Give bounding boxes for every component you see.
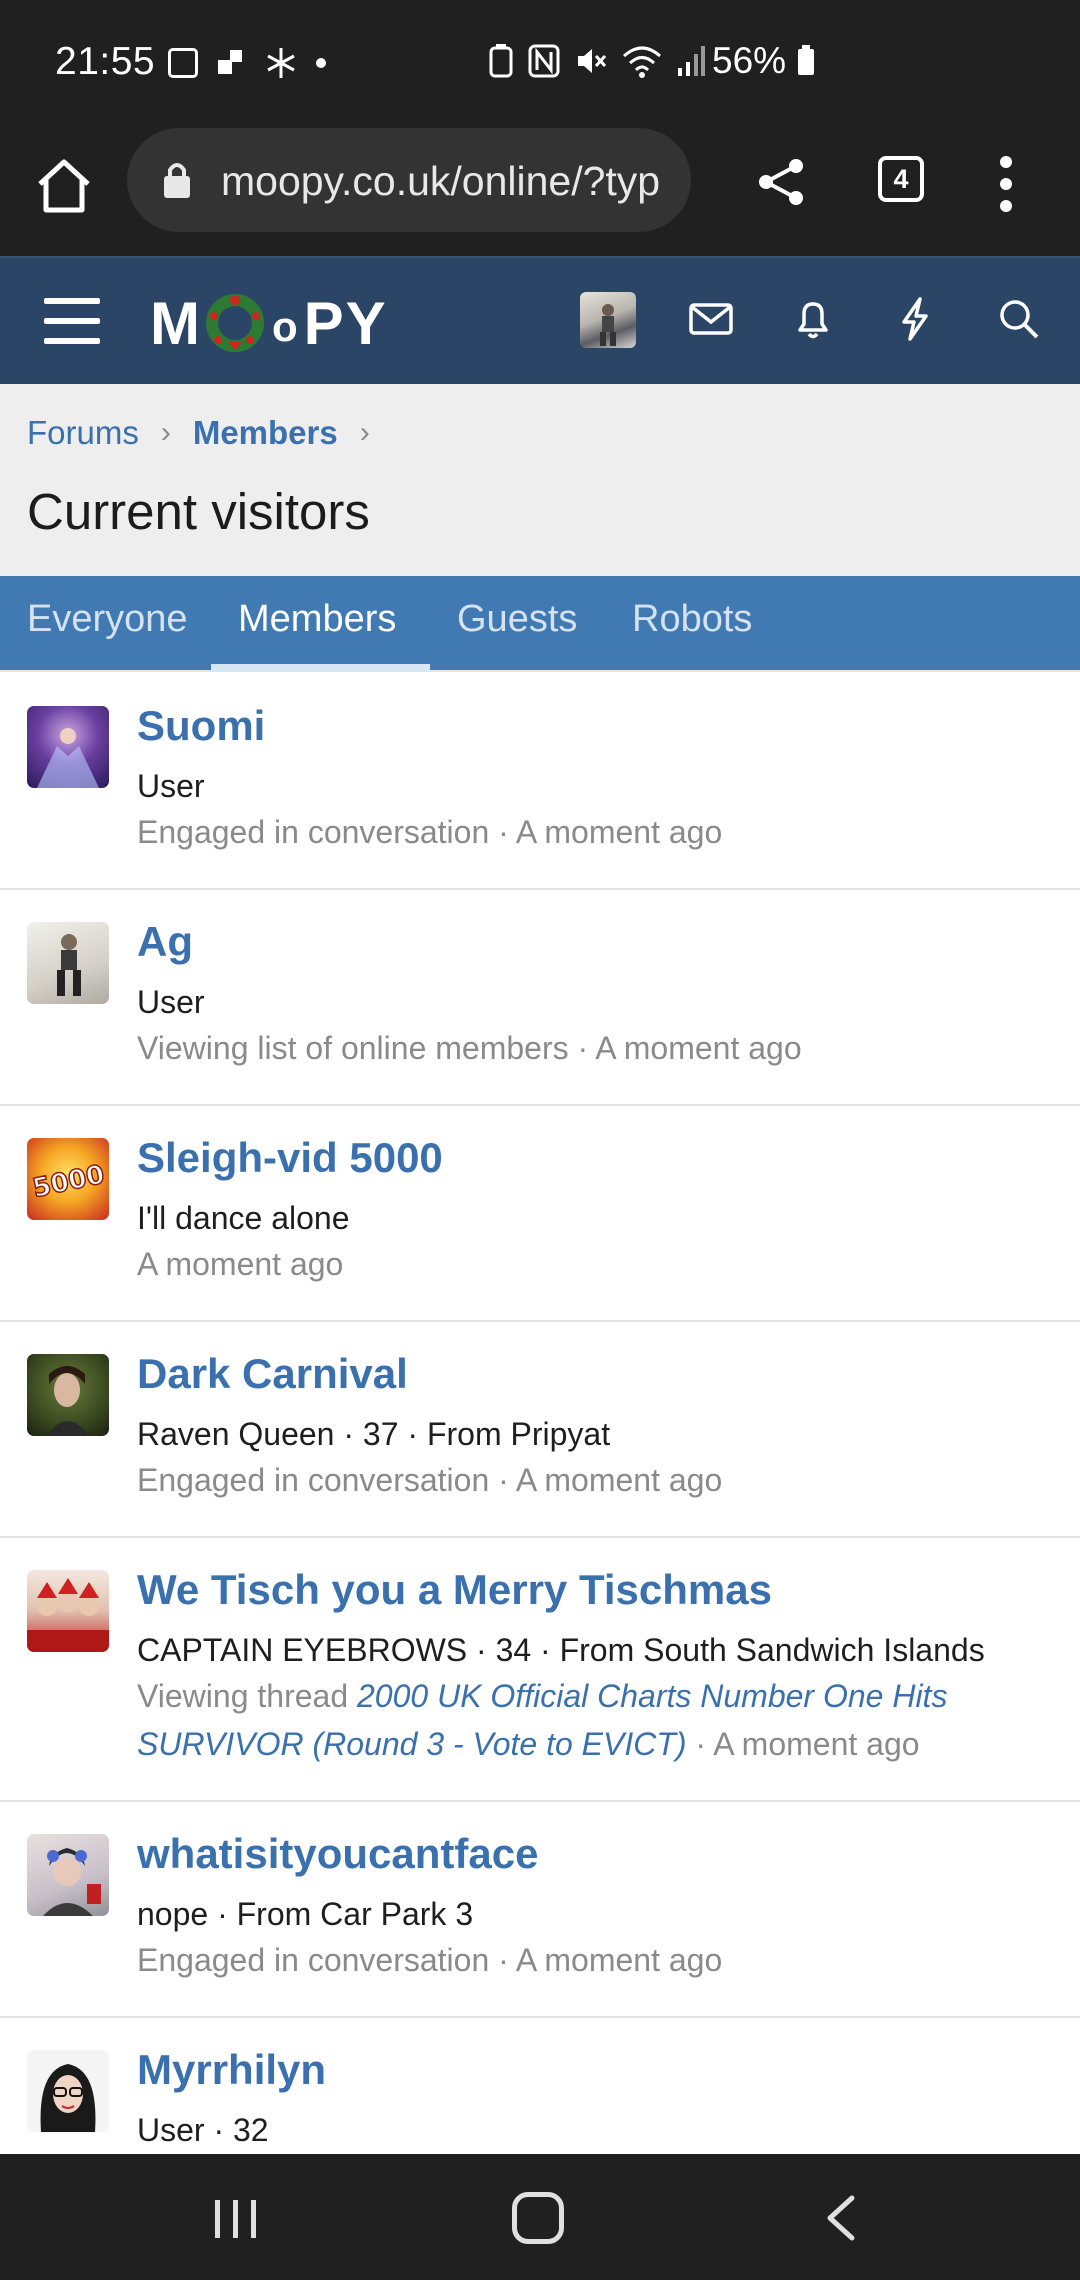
puzzle-icon [218, 50, 242, 74]
more-menu-icon[interactable] [996, 154, 1016, 214]
avatar[interactable] [27, 1570, 109, 1652]
browser-toolbar: moopy.co.uk/online/?typ 4 [0, 128, 1080, 256]
recycle-icon [489, 44, 513, 78]
tab-members[interactable]: Members [238, 598, 396, 641]
member-title: Raven Queen · 37 · From Pripyat [137, 1416, 611, 1452]
lightning-icon[interactable] [890, 294, 940, 344]
mail-icon[interactable] [686, 294, 736, 344]
member-name[interactable]: We Tisch you a Merry Tischmas [137, 1566, 772, 1614]
share-icon[interactable] [756, 156, 808, 208]
dot-icon [316, 58, 326, 68]
url-text[interactable]: moopy.co.uk/online/?typ [221, 158, 671, 205]
breadcrumb-forums[interactable]: Forums [27, 414, 139, 452]
user-avatar[interactable] [580, 292, 636, 348]
svg-text:5000: 5000 [30, 1160, 107, 1204]
notification-icons [168, 46, 326, 80]
member-activity: Viewing list of online members · A momen… [137, 1030, 802, 1066]
home-icon[interactable] [34, 156, 94, 216]
wifi-icon [623, 46, 661, 78]
member-title: User [137, 768, 205, 804]
member-list: Suomi User Engaged in conversation · A m… [0, 674, 1080, 2168]
member-name[interactable]: Myrrhilyn [137, 2046, 326, 2094]
menu-icon[interactable] [44, 298, 100, 344]
recent-apps-icon[interactable] [213, 2198, 259, 2240]
search-icon[interactable] [994, 294, 1044, 344]
member-title: User [137, 984, 205, 1020]
list-item: Myrrhilyn User · 32 [0, 2018, 1080, 2168]
site-logo[interactable]: M o PY [150, 288, 388, 358]
system-nav-bar [0, 2154, 1080, 2280]
member-name[interactable]: Suomi [137, 702, 265, 750]
activity-prefix: Viewing thread [137, 1678, 349, 1714]
breadcrumb-members[interactable]: Members [193, 414, 338, 452]
tab-everyone[interactable]: Everyone [27, 598, 188, 641]
nfc-icon [528, 44, 560, 78]
avatar[interactable] [27, 1834, 109, 1916]
thread-link-continued[interactable]: SURVIVOR (Round 3 - Vote to EVICT) [137, 1726, 687, 1762]
list-item: Ag User Viewing list of online members ·… [0, 890, 1080, 1106]
home-nav-icon[interactable] [512, 2192, 564, 2244]
member-activity: A moment ago [137, 1246, 344, 1282]
bell-icon[interactable] [788, 294, 838, 344]
back-icon[interactable] [822, 2194, 858, 2242]
member-title: nope · From Car Park 3 [137, 1896, 474, 1932]
page-header: Forums › Members › Current visitors [0, 384, 1080, 576]
wreath-icon [205, 294, 264, 352]
status-time: 21:55 [55, 40, 156, 83]
avatar[interactable] [27, 706, 109, 788]
list-item: Dark Carnival Raven Queen · 37 · From Pr… [0, 1322, 1080, 1538]
tab-guests[interactable]: Guests [457, 598, 577, 641]
member-title: CAPTAIN EYEBROWS · 34 · From South Sandw… [137, 1632, 985, 1668]
logo-text-o: o [271, 303, 300, 350]
thread-link[interactable]: 2000 UK Official Charts Number One Hits [357, 1678, 947, 1714]
tab-switcher-button[interactable]: 4 [878, 156, 924, 202]
list-item: whatisityoucantface nope · From Car Park… [0, 1802, 1080, 2018]
logo-text-m: M [150, 289, 202, 357]
mute-icon [578, 49, 607, 73]
logo-text-py: PY [303, 289, 388, 357]
member-name[interactable]: whatisityoucantface [137, 1830, 538, 1878]
activity-time: · A moment ago [695, 1726, 920, 1762]
avatar[interactable] [27, 922, 109, 1004]
member-activity: Viewing thread 2000 UK Official Charts N… [137, 1672, 947, 1768]
page-title: Current visitors [27, 483, 370, 540]
member-title: User · 32 [137, 2112, 269, 2148]
member-name[interactable]: Dark Carnival [137, 1350, 408, 1398]
sparkle-icon [267, 48, 295, 78]
lock-icon [164, 163, 190, 198]
system-icons [488, 44, 706, 78]
breadcrumb: Forums › Members › [27, 414, 370, 452]
member-name[interactable]: Ag [137, 918, 193, 966]
member-activity: Engaged in conversation · A moment ago [137, 1942, 723, 1978]
active-tab-indicator [211, 664, 430, 672]
list-item: Suomi User Engaged in conversation · A m… [0, 674, 1080, 890]
filter-tabs: Everyone Members Guests Robots [0, 576, 1080, 672]
address-bar[interactable]: moopy.co.uk/online/?typ [127, 128, 691, 232]
tab-robots[interactable]: Robots [632, 598, 752, 641]
person-figure-icon [600, 304, 616, 346]
battery-text: 56% [712, 40, 787, 81]
battery-icon [798, 45, 815, 75]
member-title: I'll dance alone [137, 1200, 350, 1236]
avatar[interactable] [27, 1354, 109, 1436]
member-activity: Engaged in conversation · A moment ago [137, 1462, 723, 1498]
battery-percent: 56% [712, 40, 816, 82]
signal-icon [678, 46, 705, 76]
list-item: We Tisch you a Merry Tischmas CAPTAIN EY… [0, 1538, 1080, 1802]
forum-header: M o PY [0, 256, 1080, 384]
avatar[interactable]: 5000 [27, 1138, 109, 1220]
status-bar: 21:55 56% [0, 0, 1080, 128]
member-name[interactable]: Sleigh-vid 5000 [137, 1134, 443, 1182]
image-icon [168, 48, 198, 78]
list-item: 5000 Sleigh-vid 5000 I'll dance alone A … [0, 1106, 1080, 1322]
avatar[interactable] [27, 2050, 109, 2132]
chevron-right-icon: › [160, 416, 171, 449]
chevron-right-icon: › [359, 416, 370, 449]
member-activity: Engaged in conversation · A moment ago [137, 814, 723, 850]
